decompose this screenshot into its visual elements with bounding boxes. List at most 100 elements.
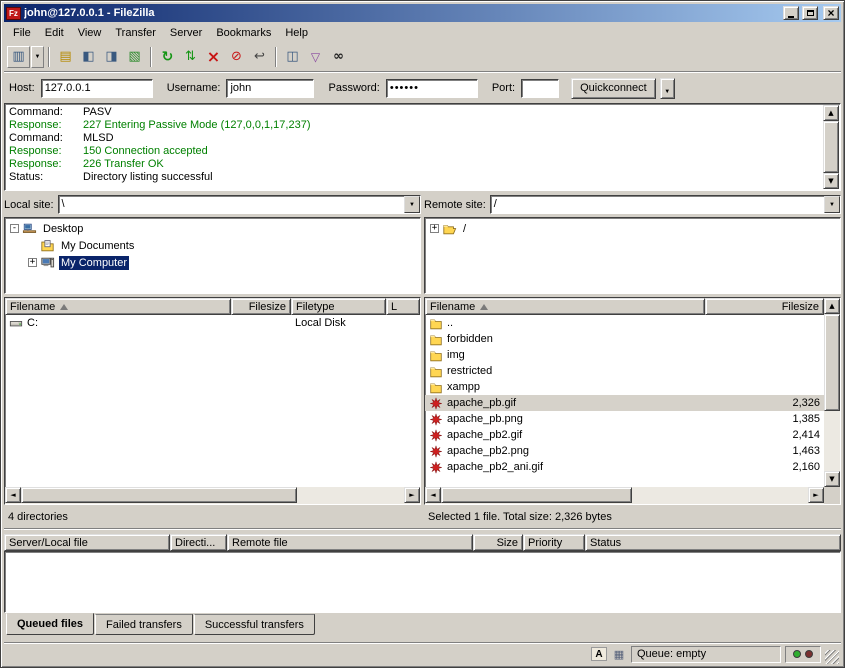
close-button[interactable] [823,6,839,20]
column-header-filename[interactable]: Filename [5,298,231,315]
tree-item-my-computer[interactable]: + My Computer [7,254,418,271]
scroll-thumb[interactable] [21,487,297,503]
transfer-type-icon[interactable]: A [591,647,607,661]
password-input[interactable] [386,79,478,98]
log-line: Command: MLSD [9,132,820,145]
column-header-status[interactable]: Status [585,534,841,551]
menu-view[interactable]: View [71,25,109,41]
scroll-right-icon[interactable]: ► [404,487,420,503]
file-row-apache_pb2_ani-gif[interactable]: apache_pb2_ani.gif 2,160 [425,459,824,475]
tree-icon [40,256,56,270]
find-files-icon[interactable] [327,46,350,68]
scroll-down-icon[interactable]: ▼ [823,173,839,189]
file-row-img[interactable]: img [425,347,824,363]
column-header-filesize[interactable]: Filesize [231,298,291,315]
tab-failed-transfers[interactable]: Failed transfers [95,614,193,635]
menu-bookmarks[interactable]: Bookmarks [209,25,278,41]
scroll-down-icon[interactable]: ▼ [824,471,840,487]
tree-item-my-documents[interactable]: My Documents [7,237,418,254]
file-row-apache_pb2-gif[interactable]: apache_pb2.gif 2,414 [425,427,824,443]
filezilla-logo-icon: Fz [6,7,21,20]
process-queue-icon[interactable] [179,46,202,68]
remote-horizontal-scrollbar[interactable]: ◄ ► [425,487,840,504]
image-file-icon [429,445,444,458]
disconnect-icon[interactable] [225,46,248,68]
tree-item-label[interactable]: / [461,222,468,236]
site-manager-dropdown-icon[interactable] [31,46,44,68]
scroll-left-icon[interactable]: ◄ [5,487,21,503]
scrollbar-corner [824,487,840,504]
column-header-direction[interactable]: Directi... [170,534,227,551]
site-manager-icon[interactable] [7,46,30,68]
port-input[interactable] [521,79,559,98]
tree-expander[interactable]: - [10,224,19,233]
maximize-button[interactable] [802,6,818,20]
scroll-up-icon[interactable]: ▲ [824,298,840,314]
quickconnect-button[interactable]: Quickconnect [571,78,656,99]
local-site-row: Local site: \ [4,194,421,215]
resize-grip[interactable] [825,650,839,664]
tree-item-desktop[interactable]: - Desktop [7,220,418,237]
local-site-combo[interactable]: \ [58,195,421,214]
file-row-restricted[interactable]: restricted [425,363,824,379]
toggle-local-tree-icon[interactable] [77,46,100,68]
tree-item-label[interactable]: Desktop [41,222,85,236]
sort-ascending-icon [480,304,488,310]
scroll-up-icon[interactable]: ▲ [823,105,839,121]
scroll-thumb[interactable] [441,487,632,503]
combo-dropdown-icon[interactable] [404,196,420,213]
log-line: Status: Directory listing successful [9,171,820,184]
username-input[interactable] [226,79,314,98]
menu-edit[interactable]: Edit [38,25,71,41]
menu-server[interactable]: Server [163,25,209,41]
tab-successful-transfers[interactable]: Successful transfers [194,614,315,635]
tree-item-label[interactable]: My Computer [59,256,129,270]
remote-site-combo[interactable]: / [490,195,841,214]
refresh-icon[interactable] [156,46,179,68]
file-row-apache_pb-png[interactable]: apache_pb.png 1,385 [425,411,824,427]
scroll-thumb[interactable] [823,121,839,173]
toggle-remote-tree-icon[interactable] [100,46,123,68]
column-header-size[interactable]: Size [473,534,523,551]
log-scrollbar[interactable]: ▲ ▼ [823,105,839,189]
local-horizontal-scrollbar[interactable]: ◄ ► [5,487,420,504]
menu-file[interactable]: File [6,25,38,41]
quickconnect-dropdown-icon[interactable] [660,78,675,99]
minimize-button[interactable] [783,6,799,20]
host-input[interactable] [41,79,153,98]
tree-expander[interactable]: + [28,258,37,267]
column-header-server-local-file[interactable]: Server/Local file [4,534,170,551]
reconnect-icon[interactable] [248,46,271,68]
filter-icon[interactable] [304,46,327,68]
scroll-left-icon[interactable]: ◄ [425,487,441,503]
file-row-forbidden[interactable]: forbidden [425,331,824,347]
tab-queued-files[interactable]: Queued files [6,613,94,635]
cancel-icon[interactable] [202,46,225,68]
scroll-right-icon[interactable]: ► [808,487,824,503]
toggle-queue-icon[interactable] [123,46,146,68]
column-header-last-modified[interactable]: L [386,298,420,315]
file-row-parent-dir[interactable]: .. [425,315,824,331]
column-header-filesize[interactable]: Filesize [705,298,824,315]
image-file-icon [429,413,444,426]
column-header-filetype[interactable]: Filetype [291,298,386,315]
menu-help[interactable]: Help [278,25,315,41]
tree-item-label[interactable]: My Documents [59,239,136,253]
file-row-c-drive[interactable]: C: Local Disk [5,315,420,331]
tree-item-root[interactable]: + / [427,220,838,237]
remote-vertical-scrollbar[interactable]: ▲ ▼ [824,298,840,487]
tree-expander[interactable]: + [430,224,439,233]
directory-comparison-icon[interactable] [281,46,304,68]
file-row-apache_pb2-png[interactable]: apache_pb2.png 1,463 [425,443,824,459]
scroll-thumb[interactable] [824,314,840,411]
file-row-xampp[interactable]: xampp [425,379,824,395]
column-header-priority[interactable]: Priority [523,534,585,551]
local-file-list: Filename Filesize Filetype [4,297,421,505]
file-row-apache_pb-gif[interactable]: apache_pb.gif 2,326 [425,395,824,411]
keypad-icon[interactable] [611,647,627,661]
menu-transfer[interactable]: Transfer [108,25,163,41]
combo-dropdown-icon[interactable] [824,196,840,213]
column-header-remote-file[interactable]: Remote file [227,534,473,551]
toggle-message-log-icon[interactable] [54,46,77,68]
column-header-filename[interactable]: Filename [425,298,705,315]
